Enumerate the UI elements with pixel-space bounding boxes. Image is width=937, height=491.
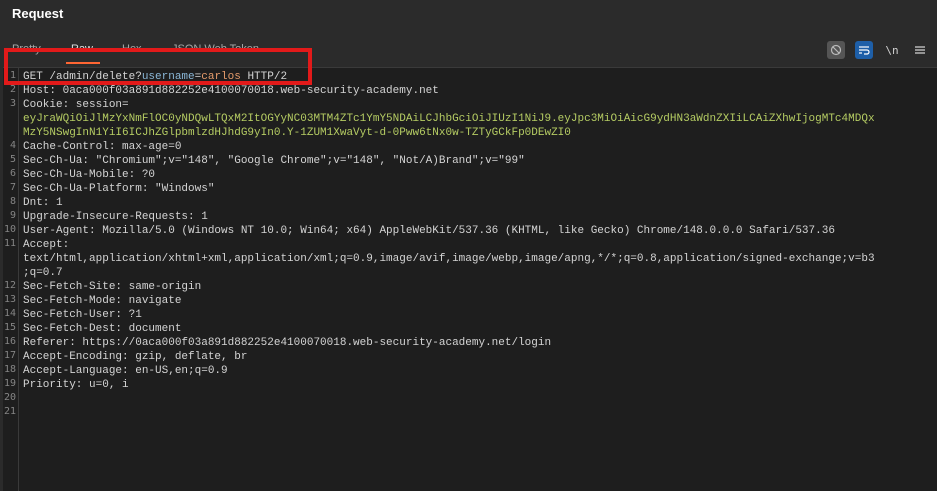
line-number: 17 <box>3 350 16 361</box>
panel-title: Request <box>12 6 64 21</box>
line-number: 20 <box>3 392 16 403</box>
header-sec-fetch-dest: Sec-Fetch-Dest: document <box>23 323 182 335</box>
line-number: 15 <box>3 322 16 333</box>
newline-icon[interactable]: \n <box>883 41 901 59</box>
line-number: 2 <box>9 84 16 95</box>
header-sec-fetch-user: Sec-Fetch-User: ?1 <box>23 309 142 321</box>
header-priority: Priority: u=0, i <box>23 379 129 391</box>
line-number: 5 <box>9 154 16 165</box>
header-cookie: Cookie: session= <box>23 99 129 111</box>
line-number: 4 <box>9 140 16 151</box>
line-number: 8 <box>9 196 16 207</box>
header-accept-language: Accept-Language: en-US,en;q=0.9 <box>23 365 228 377</box>
panel-header: Request <box>0 0 937 36</box>
header-sec-fetch-site: Sec-Fetch-Site: same-origin <box>23 281 202 293</box>
line-number: 11 <box>3 238 16 249</box>
header-accept-value: text/html,application/xhtml+xml,applicat… <box>23 253 875 265</box>
header-sec-fetch-mode: Sec-Fetch-Mode: navigate <box>23 295 182 307</box>
line-number: 7 <box>9 182 16 193</box>
highlight-annotation-box <box>4 48 312 85</box>
line-number: 10 <box>3 224 16 235</box>
menu-icon[interactable] <box>911 41 929 59</box>
header-accept-value-cont: ;q=0.7 <box>23 267 63 279</box>
header-cache-control: Cache-Control: max-age=0 <box>23 141 182 153</box>
header-user-agent: User-Agent: Mozilla/5.0 (Windows NT 10.0… <box>23 225 835 237</box>
line-number: 14 <box>3 308 16 319</box>
hide-nonprintable-icon[interactable] <box>827 41 845 59</box>
line-number: 19 <box>3 378 16 389</box>
header-upgrade-insecure-requests: Upgrade-Insecure-Requests: 1 <box>23 211 208 223</box>
line-number-gutter: 1 2 3 4 5 6 7 8 9 10 11 12 13 14 15 16 1… <box>3 68 19 491</box>
line-number: 12 <box>3 280 16 291</box>
header-accept-encoding: Accept-Encoding: gzip, deflate, br <box>23 351 248 363</box>
line-number: 9 <box>9 210 16 221</box>
line-number: 21 <box>3 406 16 417</box>
line-number: 13 <box>3 294 16 305</box>
header-host: Host: 0aca000f03a891d882252e4100070018.w… <box>23 85 439 97</box>
header-sec-ch-ua-mobile: Sec-Ch-Ua-Mobile: ?0 <box>23 169 156 181</box>
line-number: 3 <box>9 98 16 109</box>
header-sec-ch-ua-platform: Sec-Ch-Ua-Platform: "Windows" <box>23 183 215 195</box>
cookie-session-value-cont: MzY5NSwgInN1YiI6ICJhZGlpbmlzdHJhdG9yIn0.… <box>23 127 571 139</box>
header-accept: Accept: <box>23 239 70 251</box>
editor-toolbar: \n <box>827 40 929 60</box>
line-number: 6 <box>9 168 16 179</box>
header-referer: Referer: https://0aca000f03a891d882252e4… <box>23 337 552 349</box>
line-number: 16 <box>3 336 16 347</box>
line-number: 18 <box>3 364 16 375</box>
header-dnt: Dnt: 1 <box>23 197 63 209</box>
header-sec-ch-ua: Sec-Ch-Ua: "Chromium";v="148", "Google C… <box>23 155 525 167</box>
wrap-lines-icon[interactable] <box>855 41 873 59</box>
cookie-session-value: eyJraWQiOiJlMzYxNmFlOC0yNDQwLTQxM2ItOGYy… <box>23 113 875 125</box>
request-editor[interactable]: 1 2 3 4 5 6 7 8 9 10 11 12 13 14 15 16 1… <box>3 67 937 491</box>
